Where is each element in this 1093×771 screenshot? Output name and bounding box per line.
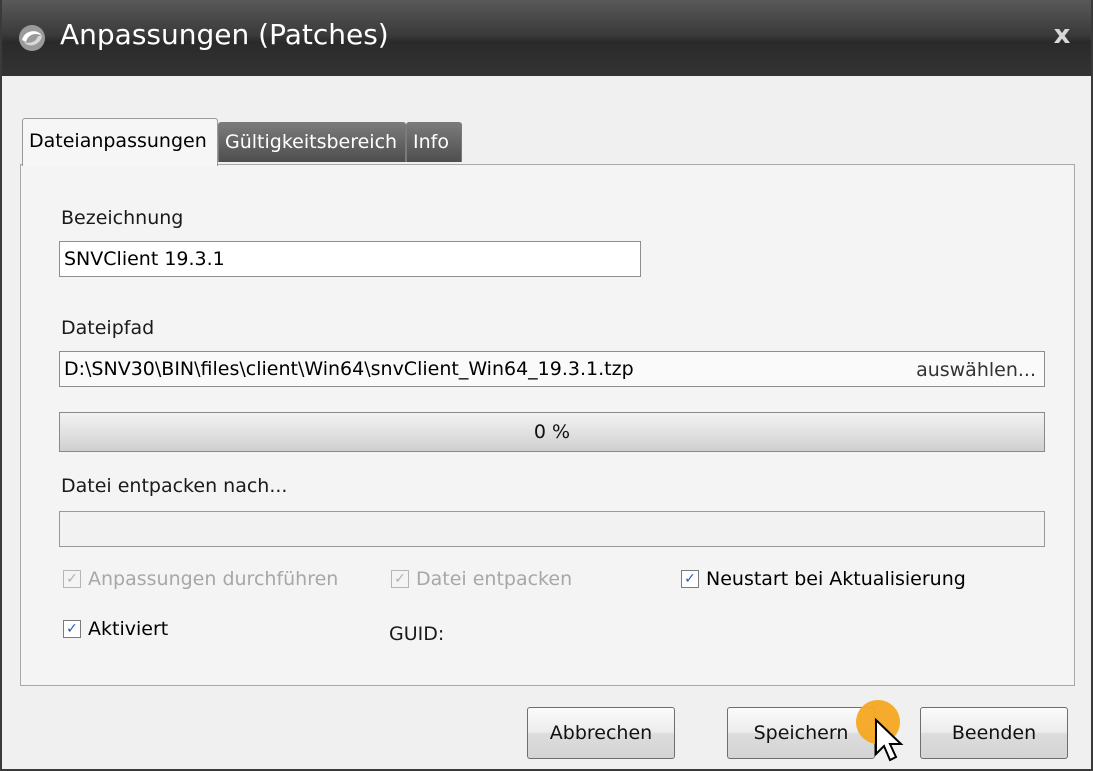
path-value: D:\SNV30\BIN\files\client\Win64\snvClien…: [64, 358, 634, 380]
name-input[interactable]: SNVClient 19.3.1: [59, 241, 641, 277]
name-label: Bezeichnung: [61, 207, 184, 229]
cb-active[interactable]: ✓ Aktiviert: [63, 618, 168, 640]
cb-restart-label: Neustart bei Aktualisierung: [706, 568, 966, 590]
checkbox-extract: ✓: [391, 570, 409, 588]
mouse-pointer-icon: [875, 718, 904, 762]
cb-apply-label: Anpassungen durchführen: [88, 568, 339, 590]
cb-extract: ✓ Datei entpacken: [391, 568, 572, 590]
tab-dateianpassungen[interactable]: Dateianpassungen: [22, 118, 218, 166]
path-label: Dateipfad: [61, 317, 155, 339]
patches-dialog: Anpassungen (Patches) x Dateianpassungen…: [0, 0, 1093, 771]
guid-label: GUID:: [389, 623, 445, 645]
save-button[interactable]: Speichern: [727, 707, 875, 759]
progress-bar: 0 %: [59, 412, 1045, 452]
checkbox-apply: ✓: [63, 570, 81, 588]
checkbox-restart[interactable]: ✓: [681, 570, 699, 588]
cancel-button[interactable]: Abbrechen: [527, 707, 675, 759]
tab-panel: Bezeichnung SNVClient 19.3.1 Dateipfad D…: [20, 164, 1075, 686]
window-title: Anpassungen (Patches): [60, 18, 389, 51]
close-button[interactable]: Beenden: [920, 707, 1068, 759]
tab-info[interactable]: Info: [406, 122, 462, 162]
close-icon[interactable]: x: [1047, 20, 1077, 50]
browse-button[interactable]: auswählen...: [916, 352, 1036, 388]
cb-extract-label: Datei entpacken: [416, 568, 573, 590]
cb-apply: ✓ Anpassungen durchführen: [63, 568, 338, 590]
title-bar[interactable]: Anpassungen (Patches) x: [2, 0, 1091, 76]
checkbox-active[interactable]: ✓: [63, 620, 81, 638]
cb-active-label: Aktiviert: [88, 618, 169, 640]
extract-input: [59, 511, 1045, 547]
swirl-app-icon: [19, 25, 45, 51]
extract-label: Datei entpacken nach...: [61, 475, 288, 497]
tab-gueltigkeitsbereich[interactable]: Gültigkeitsbereich: [218, 122, 406, 162]
cb-restart[interactable]: ✓ Neustart bei Aktualisierung: [681, 568, 966, 590]
path-input[interactable]: D:\SNV30\BIN\files\client\Win64\snvClien…: [59, 351, 1045, 387]
